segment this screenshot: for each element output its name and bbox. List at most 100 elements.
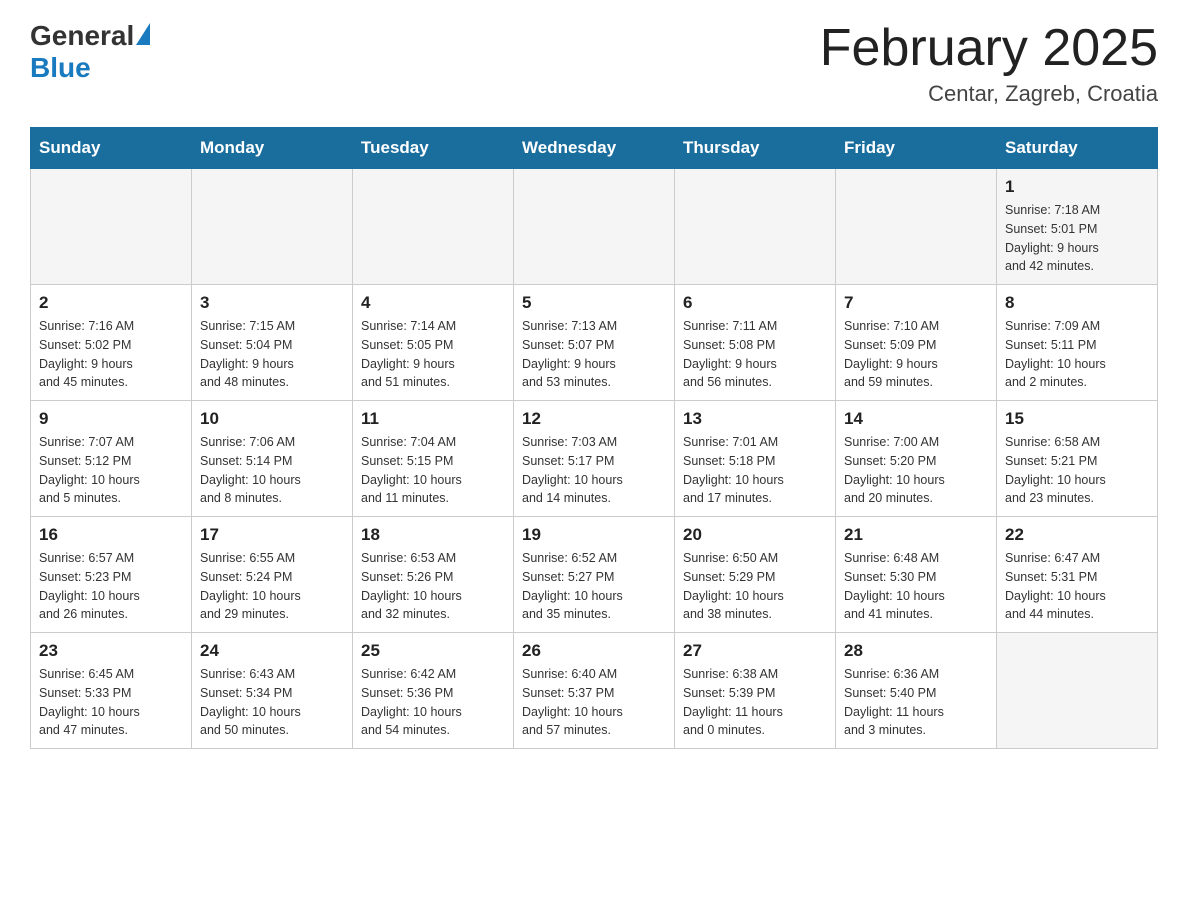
day-info: Sunrise: 7:16 AM Sunset: 5:02 PM Dayligh…	[39, 317, 183, 392]
day-info: Sunrise: 6:50 AM Sunset: 5:29 PM Dayligh…	[683, 549, 827, 624]
logo-general-text: General	[30, 20, 134, 52]
day-info: Sunrise: 6:57 AM Sunset: 5:23 PM Dayligh…	[39, 549, 183, 624]
day-number: 4	[361, 293, 505, 313]
calendar-body: 1 Sunrise: 7:18 AM Sunset: 5:01 PM Daylig…	[31, 169, 1158, 749]
calendar-table: SundayMondayTuesdayWednesdayThursdayFrid…	[30, 127, 1158, 749]
calendar-cell	[675, 169, 836, 285]
day-number: 3	[200, 293, 344, 313]
month-title: February 2025	[820, 20, 1158, 77]
day-number: 28	[844, 641, 988, 661]
day-number: 27	[683, 641, 827, 661]
day-info: Sunrise: 6:45 AM Sunset: 5:33 PM Dayligh…	[39, 665, 183, 740]
calendar-cell: 10 Sunrise: 7:06 AM Sunset: 5:14 PM Dayli…	[192, 401, 353, 517]
day-info: Sunrise: 7:01 AM Sunset: 5:18 PM Dayligh…	[683, 433, 827, 508]
calendar-cell: 1 Sunrise: 7:18 AM Sunset: 5:01 PM Daylig…	[997, 169, 1158, 285]
day-number: 7	[844, 293, 988, 313]
day-info: Sunrise: 6:40 AM Sunset: 5:37 PM Dayligh…	[522, 665, 666, 740]
day-number: 1	[1005, 177, 1149, 197]
day-info: Sunrise: 7:03 AM Sunset: 5:17 PM Dayligh…	[522, 433, 666, 508]
day-info: Sunrise: 7:10 AM Sunset: 5:09 PM Dayligh…	[844, 317, 988, 392]
day-number: 20	[683, 525, 827, 545]
day-number: 17	[200, 525, 344, 545]
header-cell-wednesday: Wednesday	[514, 128, 675, 169]
calendar-cell: 27 Sunrise: 6:38 AM Sunset: 5:39 PM Dayli…	[675, 633, 836, 749]
logo: General Blue	[30, 20, 150, 84]
calendar-cell: 3 Sunrise: 7:15 AM Sunset: 5:04 PM Daylig…	[192, 285, 353, 401]
day-info: Sunrise: 7:00 AM Sunset: 5:20 PM Dayligh…	[844, 433, 988, 508]
day-number: 6	[683, 293, 827, 313]
calendar-cell: 17 Sunrise: 6:55 AM Sunset: 5:24 PM Dayli…	[192, 517, 353, 633]
week-row-4: 23 Sunrise: 6:45 AM Sunset: 5:33 PM Dayli…	[31, 633, 1158, 749]
header-cell-saturday: Saturday	[997, 128, 1158, 169]
calendar-cell: 28 Sunrise: 6:36 AM Sunset: 5:40 PM Dayli…	[836, 633, 997, 749]
day-info: Sunrise: 7:15 AM Sunset: 5:04 PM Dayligh…	[200, 317, 344, 392]
calendar-cell	[836, 169, 997, 285]
day-number: 12	[522, 409, 666, 429]
day-info: Sunrise: 6:36 AM Sunset: 5:40 PM Dayligh…	[844, 665, 988, 740]
day-info: Sunrise: 6:42 AM Sunset: 5:36 PM Dayligh…	[361, 665, 505, 740]
day-number: 23	[39, 641, 183, 661]
title-section: February 2025 Centar, Zagreb, Croatia	[820, 20, 1158, 107]
day-info: Sunrise: 6:43 AM Sunset: 5:34 PM Dayligh…	[200, 665, 344, 740]
day-number: 11	[361, 409, 505, 429]
day-number: 25	[361, 641, 505, 661]
header-cell-tuesday: Tuesday	[353, 128, 514, 169]
week-row-0: 1 Sunrise: 7:18 AM Sunset: 5:01 PM Daylig…	[31, 169, 1158, 285]
calendar-cell: 7 Sunrise: 7:10 AM Sunset: 5:09 PM Daylig…	[836, 285, 997, 401]
day-number: 16	[39, 525, 183, 545]
calendar-header: SundayMondayTuesdayWednesdayThursdayFrid…	[31, 128, 1158, 169]
day-info: Sunrise: 6:47 AM Sunset: 5:31 PM Dayligh…	[1005, 549, 1149, 624]
calendar-cell: 4 Sunrise: 7:14 AM Sunset: 5:05 PM Daylig…	[353, 285, 514, 401]
day-info: Sunrise: 7:09 AM Sunset: 5:11 PM Dayligh…	[1005, 317, 1149, 392]
day-info: Sunrise: 7:18 AM Sunset: 5:01 PM Dayligh…	[1005, 201, 1149, 276]
calendar-cell: 8 Sunrise: 7:09 AM Sunset: 5:11 PM Daylig…	[997, 285, 1158, 401]
day-number: 22	[1005, 525, 1149, 545]
day-number: 21	[844, 525, 988, 545]
calendar-cell	[353, 169, 514, 285]
day-info: Sunrise: 7:06 AM Sunset: 5:14 PM Dayligh…	[200, 433, 344, 508]
day-number: 14	[844, 409, 988, 429]
day-number: 10	[200, 409, 344, 429]
day-number: 24	[200, 641, 344, 661]
header-row: SundayMondayTuesdayWednesdayThursdayFrid…	[31, 128, 1158, 169]
calendar-cell: 6 Sunrise: 7:11 AM Sunset: 5:08 PM Daylig…	[675, 285, 836, 401]
calendar-cell: 23 Sunrise: 6:45 AM Sunset: 5:33 PM Dayli…	[31, 633, 192, 749]
day-number: 19	[522, 525, 666, 545]
day-info: Sunrise: 6:38 AM Sunset: 5:39 PM Dayligh…	[683, 665, 827, 740]
calendar-cell: 21Sunrise: 6:48 AM Sunset: 5:30 PM Dayli…	[836, 517, 997, 633]
location-subtitle: Centar, Zagreb, Croatia	[820, 81, 1158, 107]
day-info: Sunrise: 6:52 AM Sunset: 5:27 PM Dayligh…	[522, 549, 666, 624]
day-info: Sunrise: 7:04 AM Sunset: 5:15 PM Dayligh…	[361, 433, 505, 508]
calendar-cell: 20 Sunrise: 6:50 AM Sunset: 5:29 PM Dayli…	[675, 517, 836, 633]
week-row-2: 9Sunrise: 7:07 AM Sunset: 5:12 PM Daylig…	[31, 401, 1158, 517]
header-cell-monday: Monday	[192, 128, 353, 169]
day-info: Sunrise: 6:53 AM Sunset: 5:26 PM Dayligh…	[361, 549, 505, 624]
calendar-cell: 24 Sunrise: 6:43 AM Sunset: 5:34 PM Dayli…	[192, 633, 353, 749]
header-cell-friday: Friday	[836, 128, 997, 169]
calendar-cell: 14 Sunrise: 7:00 AM Sunset: 5:20 PM Dayli…	[836, 401, 997, 517]
week-row-3: 16 Sunrise: 6:57 AM Sunset: 5:23 PM Dayli…	[31, 517, 1158, 633]
logo-triangle-icon	[136, 23, 150, 45]
day-info: Sunrise: 7:14 AM Sunset: 5:05 PM Dayligh…	[361, 317, 505, 392]
calendar-cell: 12 Sunrise: 7:03 AM Sunset: 5:17 PM Dayli…	[514, 401, 675, 517]
calendar-cell: 2Sunrise: 7:16 AM Sunset: 5:02 PM Daylig…	[31, 285, 192, 401]
day-info: Sunrise: 6:55 AM Sunset: 5:24 PM Dayligh…	[200, 549, 344, 624]
day-number: 13	[683, 409, 827, 429]
day-info: Sunrise: 7:13 AM Sunset: 5:07 PM Dayligh…	[522, 317, 666, 392]
calendar-cell	[192, 169, 353, 285]
day-info: Sunrise: 7:11 AM Sunset: 5:08 PM Dayligh…	[683, 317, 827, 392]
calendar-cell: 19 Sunrise: 6:52 AM Sunset: 5:27 PM Dayli…	[514, 517, 675, 633]
calendar-cell: 13 Sunrise: 7:01 AM Sunset: 5:18 PM Dayli…	[675, 401, 836, 517]
day-info: Sunrise: 7:07 AM Sunset: 5:12 PM Dayligh…	[39, 433, 183, 508]
calendar-cell	[997, 633, 1158, 749]
calendar-cell: 26 Sunrise: 6:40 AM Sunset: 5:37 PM Dayli…	[514, 633, 675, 749]
page-header: General Blue February 2025 Centar, Zagre…	[30, 20, 1158, 107]
calendar-cell	[514, 169, 675, 285]
calendar-cell: 18Sunrise: 6:53 AM Sunset: 5:26 PM Dayli…	[353, 517, 514, 633]
calendar-cell: 5Sunrise: 7:13 AM Sunset: 5:07 PM Daylig…	[514, 285, 675, 401]
calendar-cell: 15Sunrise: 6:58 AM Sunset: 5:21 PM Dayli…	[997, 401, 1158, 517]
day-info: Sunrise: 6:58 AM Sunset: 5:21 PM Dayligh…	[1005, 433, 1149, 508]
day-number: 8	[1005, 293, 1149, 313]
day-number: 26	[522, 641, 666, 661]
calendar-cell	[31, 169, 192, 285]
